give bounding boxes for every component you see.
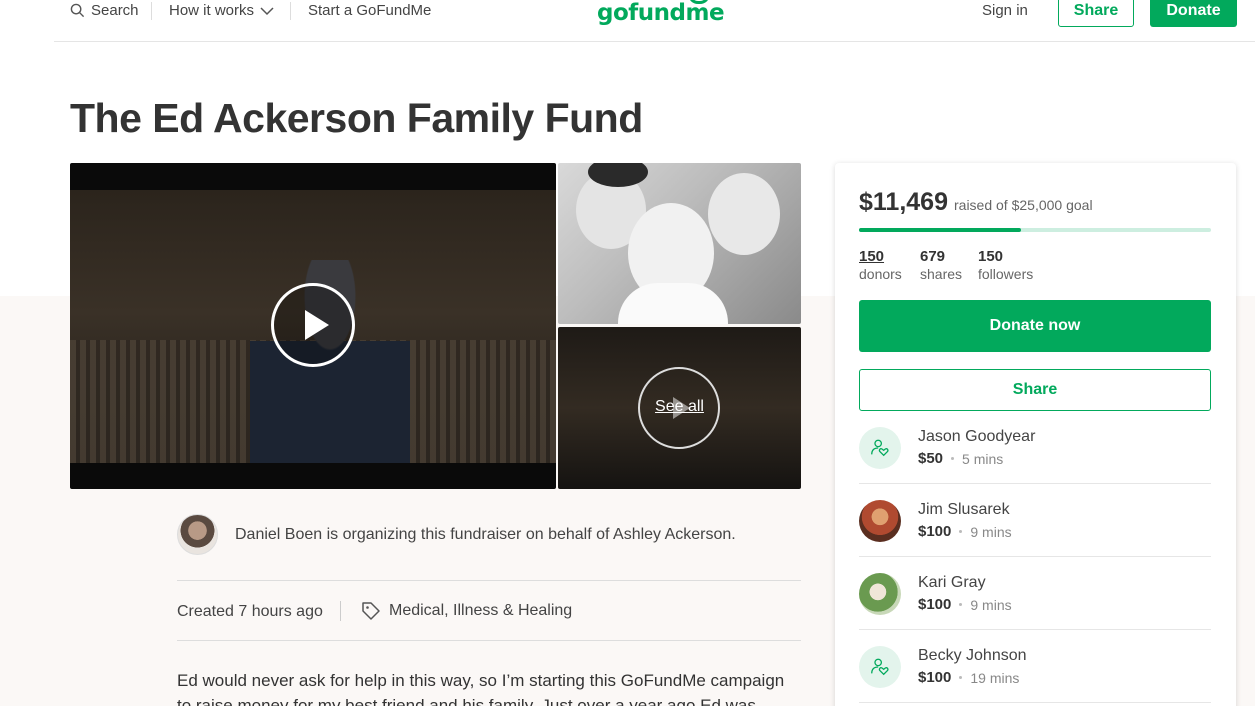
sign-in-link[interactable]: Sign in bbox=[982, 2, 1028, 19]
separator-dot bbox=[959, 530, 963, 533]
donor-name: Jason Goodyear bbox=[918, 428, 1036, 445]
donation-time: 5 mins bbox=[962, 450, 1004, 467]
donor-name: Jim Slusarek bbox=[918, 501, 1010, 518]
stat-label: shares bbox=[920, 266, 963, 282]
how-it-works-label: How it works bbox=[169, 2, 255, 19]
organizer-text: Daniel Boen is organizing this fundraise… bbox=[235, 526, 736, 543]
separator-dot bbox=[951, 457, 955, 460]
nav-divider bbox=[290, 2, 291, 20]
donation-sidebar: $11,469 raised of $25,000 goal 150 donor… bbox=[835, 163, 1236, 706]
shares-stat: 679 shares bbox=[920, 248, 962, 282]
donor-heart-icon bbox=[859, 427, 901, 469]
chevron-down-icon bbox=[260, 6, 274, 15]
donor-heart-icon bbox=[859, 646, 901, 688]
donor-avatar bbox=[859, 500, 901, 542]
play-button[interactable] bbox=[271, 283, 355, 367]
donation-item: Becky Johnson $100 19 mins bbox=[859, 646, 1211, 706]
progress-bar bbox=[859, 228, 1211, 232]
how-it-works-menu[interactable]: How it works bbox=[169, 2, 274, 19]
donation-amount: $50 bbox=[918, 450, 944, 467]
donation-amount: $100 bbox=[918, 523, 952, 540]
top-header: Search How it works Start a GoFundMe gof… bbox=[0, 0, 1255, 42]
nav-divider bbox=[151, 2, 152, 20]
search-icon bbox=[70, 3, 85, 18]
play-icon bbox=[304, 310, 329, 340]
start-gofundme-link[interactable]: Start a GoFundMe bbox=[308, 2, 431, 19]
gofundme-logo[interactable]: gofundme bbox=[597, 0, 725, 26]
donor-divider bbox=[859, 556, 1211, 557]
tag-icon bbox=[362, 602, 380, 620]
see-all-link[interactable]: See all bbox=[558, 398, 801, 416]
section-divider bbox=[177, 640, 801, 641]
stat-label: followers bbox=[978, 266, 1034, 282]
share-button[interactable]: Share bbox=[859, 369, 1211, 411]
donation-details: $100 19 mins bbox=[918, 669, 1019, 686]
donor-divider bbox=[859, 702, 1211, 703]
donation-time: 9 mins bbox=[970, 523, 1012, 540]
separator-dot bbox=[959, 603, 963, 606]
stat-value: 679 bbox=[920, 248, 946, 265]
donation-item: Jim Slusarek $100 9 mins bbox=[859, 500, 1211, 573]
search-label: Search bbox=[91, 2, 139, 19]
donate-now-button[interactable]: Donate now bbox=[859, 300, 1211, 352]
stat-value: 150 bbox=[859, 248, 885, 265]
stat-label: donors bbox=[859, 266, 902, 282]
followers-stat: 150 followers bbox=[978, 248, 1033, 282]
donation-time: 19 mins bbox=[970, 669, 1020, 686]
donation-amount: $100 bbox=[918, 669, 952, 686]
donor-divider bbox=[859, 629, 1211, 630]
goal-text: raised of $25,000 goal bbox=[954, 197, 1093, 213]
category-label: Medical, Illness & Healing bbox=[389, 602, 573, 619]
face-image bbox=[708, 173, 780, 255]
category-link[interactable]: Medical, Illness & Healing bbox=[361, 601, 572, 621]
family-photo[interactable] bbox=[558, 163, 801, 324]
donor-divider bbox=[859, 483, 1211, 484]
meta-divider bbox=[340, 601, 341, 621]
donors-stat[interactable]: 150 donors bbox=[859, 248, 902, 282]
header-donate-button[interactable]: Donate bbox=[1150, 0, 1237, 27]
donation-item: Jason Goodyear $50 5 mins bbox=[859, 427, 1211, 500]
start-gofundme-label: Start a GoFundMe bbox=[308, 2, 432, 19]
story-text: Ed would never ask for help in this way,… bbox=[177, 671, 785, 706]
donor-avatar bbox=[859, 573, 901, 615]
organizer-avatar[interactable] bbox=[177, 514, 218, 555]
donation-details: $100 9 mins bbox=[918, 596, 1012, 613]
header-share-button[interactable]: Share bbox=[1058, 0, 1134, 27]
donation-details: $100 9 mins bbox=[918, 523, 1012, 540]
donor-name: Becky Johnson bbox=[918, 647, 1027, 664]
main-video[interactable] bbox=[70, 163, 556, 489]
stat-value: 150 bbox=[978, 248, 1004, 265]
search-link[interactable]: Search bbox=[70, 2, 139, 19]
donation-time: 9 mins bbox=[970, 596, 1012, 613]
separator-dot bbox=[959, 676, 963, 679]
amount-raised: $11,469 raised of $25,000 goal bbox=[859, 188, 1093, 217]
section-divider bbox=[177, 580, 801, 581]
donation-details: $50 5 mins bbox=[918, 450, 1003, 467]
raised-amount: $11,469 bbox=[859, 188, 948, 216]
campaign-title: The Ed Ackerson Family Fund bbox=[70, 95, 643, 141]
shirt-image bbox=[618, 283, 728, 324]
progress-fill bbox=[859, 228, 1021, 232]
created-time: Created 7 hours ago bbox=[177, 603, 323, 620]
donation-item: Kari Gray $100 9 mins bbox=[859, 573, 1211, 646]
header-divider bbox=[54, 41, 1255, 42]
donation-amount: $100 bbox=[918, 596, 952, 613]
donor-name: Kari Gray bbox=[918, 574, 986, 591]
more-media-thumbnail[interactable]: See all bbox=[558, 327, 801, 489]
